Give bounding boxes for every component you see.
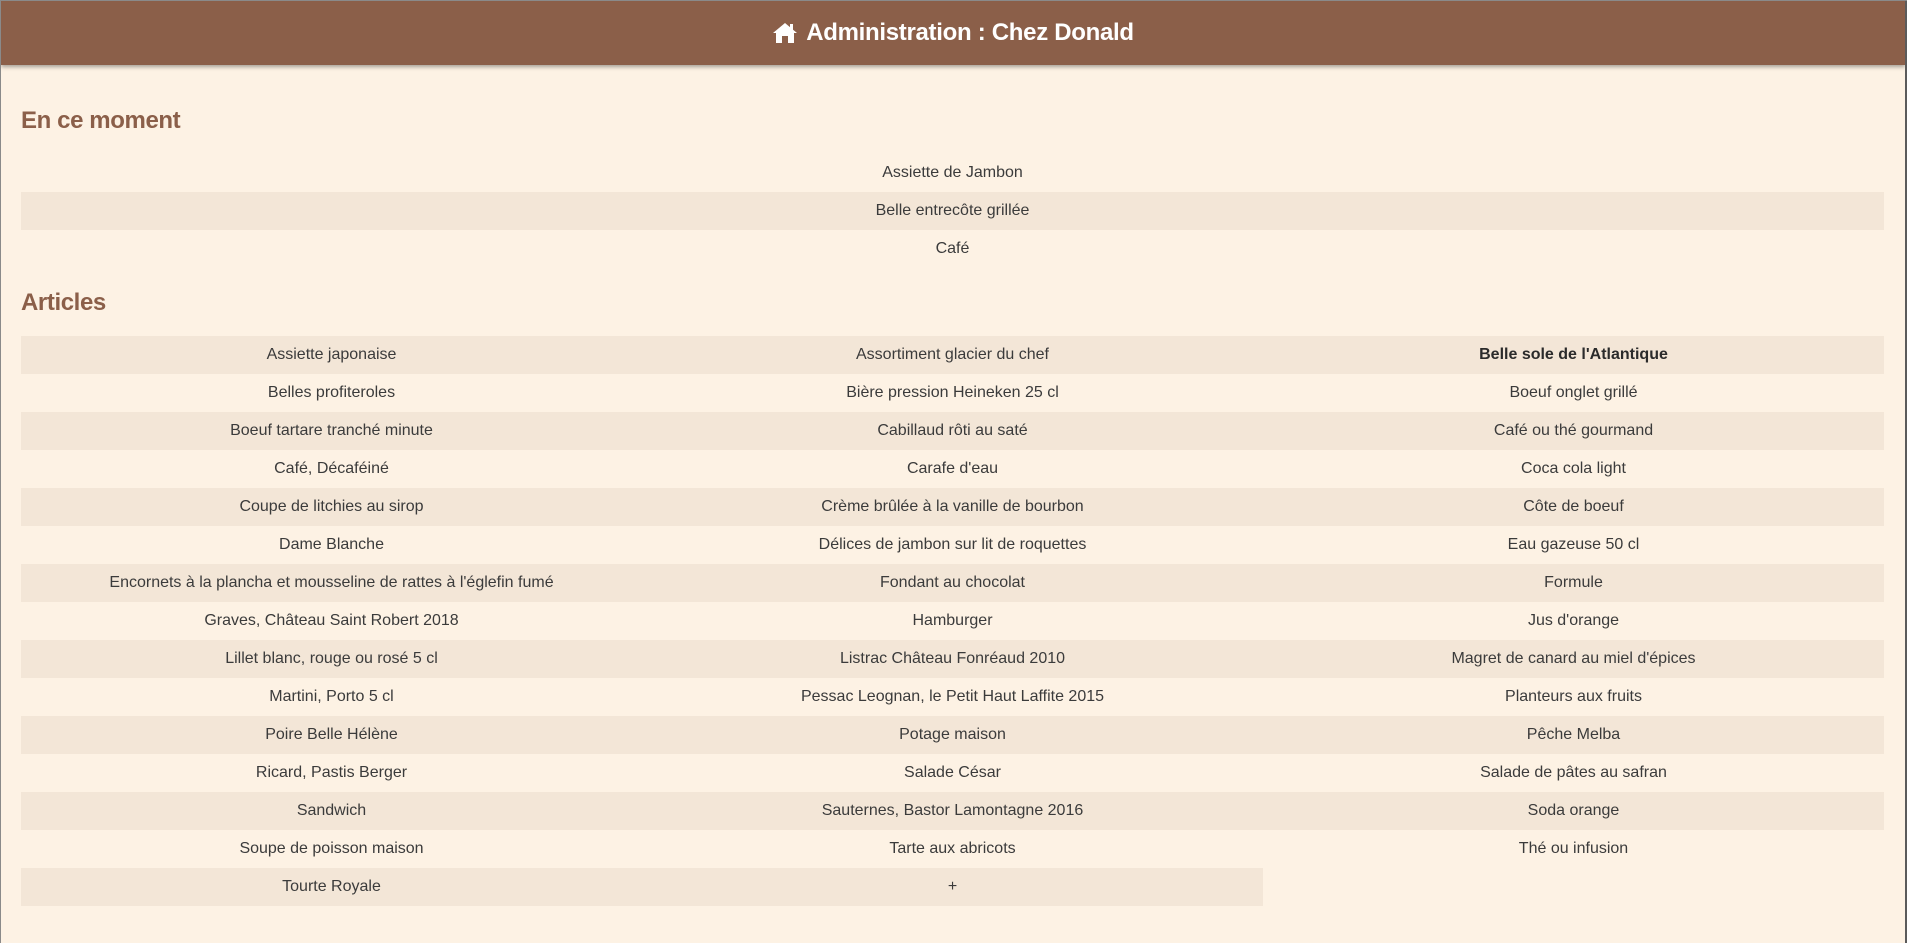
- article-item[interactable]: Coupe de litchies au sirop: [21, 488, 642, 526]
- article-item[interactable]: Cabillaud rôti au saté: [642, 412, 1263, 450]
- article-item[interactable]: Pêche Melba: [1263, 716, 1884, 754]
- current-orders-list: Assiette de Jambon Belle entrecôte grill…: [21, 154, 1884, 268]
- article-item[interactable]: Côte de boeuf: [1263, 488, 1884, 526]
- article-item[interactable]: Belles profiteroles: [21, 374, 642, 412]
- article-item[interactable]: Ricard, Pastis Berger: [21, 754, 642, 792]
- article-item[interactable]: Graves, Château Saint Robert 2018: [21, 602, 642, 640]
- article-item[interactable]: Sauternes, Bastor Lamontagne 2016: [642, 792, 1263, 830]
- article-item[interactable]: Listrac Château Fonréaud 2010: [642, 640, 1263, 678]
- article-item[interactable]: Bière pression Heineken 25 cl: [642, 374, 1263, 412]
- article-item[interactable]: Boeuf tartare tranché minute: [21, 412, 642, 450]
- article-item[interactable]: Soda orange: [1263, 792, 1884, 830]
- article-item[interactable]: Boeuf onglet grillé: [1263, 374, 1884, 412]
- article-item[interactable]: Dame Blanche: [21, 526, 642, 564]
- current-order-item[interactable]: Belle entrecôte grillée: [21, 192, 1884, 230]
- home-icon[interactable]: [772, 21, 798, 45]
- article-item[interactable]: Magret de canard au miel d'épices: [1263, 640, 1884, 678]
- article-item[interactable]: Carafe d'eau: [642, 450, 1263, 488]
- article-item[interactable]: Poire Belle Hélène: [21, 716, 642, 754]
- article-item[interactable]: Salade César: [642, 754, 1263, 792]
- article-item[interactable]: Planteurs aux fruits: [1263, 678, 1884, 716]
- article-item[interactable]: Thé ou infusion: [1263, 830, 1884, 868]
- article-item[interactable]: Assortiment glacier du chef: [642, 336, 1263, 374]
- current-order-item[interactable]: Assiette de Jambon: [21, 154, 1884, 192]
- article-item[interactable]: Assiette japonaise: [21, 336, 642, 374]
- article-item[interactable]: Crème brûlée à la vanille de bourbon: [642, 488, 1263, 526]
- current-order-item[interactable]: Café: [21, 230, 1884, 268]
- article-item[interactable]: Salade de pâtes au safran: [1263, 754, 1884, 792]
- articles-section-title: Articles: [21, 289, 106, 316]
- article-item[interactable]: Jus d'orange: [1263, 602, 1884, 640]
- article-item[interactable]: Sandwich: [21, 792, 642, 830]
- article-item[interactable]: Martini, Porto 5 cl: [21, 678, 642, 716]
- page-title: Administration : Chez Donald: [806, 19, 1134, 46]
- page-content: Administration : Chez Donald En ce momen…: [1, 1, 1907, 943]
- article-item[interactable]: Tourte Royale: [21, 868, 642, 906]
- current-section-title: En ce moment: [21, 107, 181, 134]
- header-title-wrap: Administration : Chez Donald: [772, 19, 1134, 47]
- article-item[interactable]: Café, Décaféiné: [21, 450, 642, 488]
- article-item[interactable]: Belle sole de l'Atlantique: [1263, 336, 1884, 374]
- article-item[interactable]: Coca cola light: [1263, 450, 1884, 488]
- article-item[interactable]: Encornets à la plancha et mousseline de …: [21, 564, 642, 602]
- add-article-button[interactable]: +: [642, 868, 1263, 906]
- article-item[interactable]: Formule: [1263, 564, 1884, 602]
- empty-cell: [1263, 868, 1884, 906]
- article-item[interactable]: Café ou thé gourmand: [1263, 412, 1884, 450]
- article-item[interactable]: Hamburger: [642, 602, 1263, 640]
- browser-viewport: Administration : Chez Donald En ce momen…: [0, 0, 1907, 943]
- article-item[interactable]: Lillet blanc, rouge ou rosé 5 cl: [21, 640, 642, 678]
- article-item[interactable]: Eau gazeuse 50 cl: [1263, 526, 1884, 564]
- article-item[interactable]: Potage maison: [642, 716, 1263, 754]
- article-item[interactable]: Délices de jambon sur lit de roquettes: [642, 526, 1263, 564]
- article-item[interactable]: Fondant au chocolat: [642, 564, 1263, 602]
- article-item[interactable]: Tarte aux abricots: [642, 830, 1263, 868]
- article-item[interactable]: Pessac Leognan, le Petit Haut Laffite 20…: [642, 678, 1263, 716]
- article-item[interactable]: Soupe de poisson maison: [21, 830, 642, 868]
- articles-grid: Assiette japonaise Assortiment glacier du…: [21, 336, 1884, 906]
- app-header: Administration : Chez Donald: [1, 1, 1905, 65]
